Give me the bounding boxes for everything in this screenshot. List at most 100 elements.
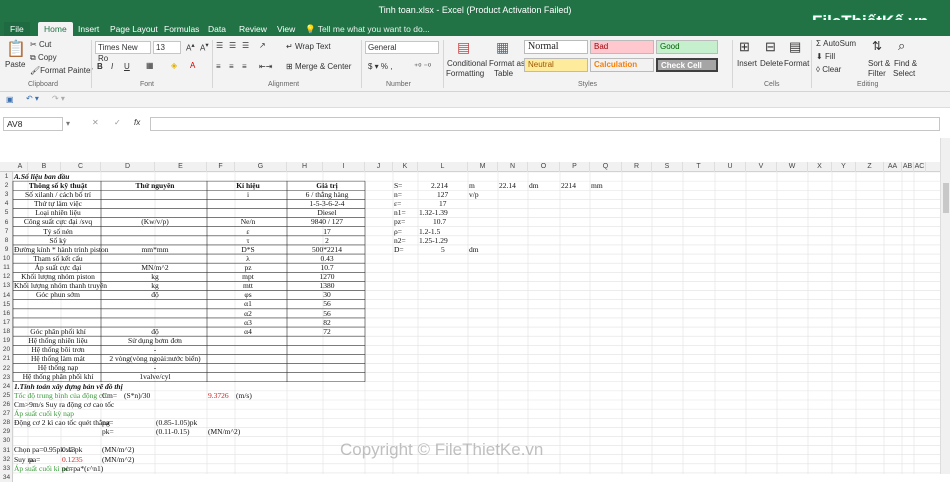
font-color-icon[interactable]: A (190, 61, 195, 70)
formula-input[interactable] (150, 117, 940, 131)
cell-k3[interactable]: n= (394, 191, 402, 199)
cell-r12f[interactable]: mpt (208, 273, 288, 281)
cell-l5[interactable]: 1.32-1.39 (419, 209, 448, 217)
scroll-thumb[interactable] (943, 183, 949, 213)
insert-function-button[interactable]: fx (134, 118, 140, 127)
sort-filter-button[interactable]: Sort & (868, 59, 890, 68)
wrap-text-button[interactable]: ↵ Wrap Text (286, 42, 331, 51)
cell-r9d[interactable]: mm*mm (102, 246, 208, 254)
cell-r12a[interactable]: Khối lượng nhóm piston (14, 273, 102, 281)
cell-r18i[interactable]: 72 (288, 328, 366, 336)
align-left-icon[interactable]: ≡ (216, 62, 221, 71)
cell-l3u[interactable]: v/p (469, 191, 479, 199)
cell-r14a[interactable]: Góc phun sớm (14, 291, 102, 299)
cell-r29f[interactable]: (MN/m^2) (208, 428, 240, 436)
align-center-icon[interactable]: ≡ (229, 62, 234, 71)
find-select-icon[interactable]: ⌕ (898, 38, 905, 54)
cell-h_ts[interactable]: Thông số kỹ thuật (14, 182, 102, 190)
cell-r19d[interactable]: Sử dụng bơm đơn (102, 337, 208, 345)
cell-r15i[interactable]: 56 (288, 300, 366, 308)
cell-r27a[interactable]: Áp suất cuối kỳ nạp (14, 410, 74, 418)
delete-cells-icon[interactable]: ⊟ (765, 39, 776, 55)
style-neutral[interactable]: Neutral (524, 58, 588, 72)
tab-insert[interactable]: Insert (72, 22, 105, 36)
cell-p2u[interactable]: mm (591, 182, 603, 190)
cell-r7i[interactable]: 17 (288, 228, 366, 236)
style-check-cell[interactable]: Check Cell (656, 58, 718, 72)
cell-l3[interactable]: 127 (437, 191, 448, 199)
italic-icon[interactable]: I (111, 62, 113, 71)
cell-r13f[interactable]: mtt (208, 282, 288, 290)
cell-l2u[interactable]: m (469, 182, 475, 190)
cell-r11a[interactable]: Áp suất cực đại (14, 264, 102, 272)
cell-r11d[interactable]: MN/m^2 (102, 264, 208, 272)
format-cells-button[interactable]: Format (784, 59, 809, 68)
autosum-button[interactable]: Σ AutoSum (816, 39, 856, 48)
format-table-icon[interactable]: ▦ (496, 39, 509, 56)
orientation-icon[interactable]: ↗ (259, 41, 266, 50)
cell-a1[interactable]: A.Số liệu ban đầu (14, 173, 69, 181)
cell-p2[interactable]: 2214 (561, 182, 576, 190)
conditional-formatting-icon[interactable]: ▤ (457, 39, 470, 56)
cell-r22a[interactable]: Hệ thống nạp (14, 364, 102, 372)
cell-r18d[interactable]: độ (102, 328, 208, 336)
cell-r5i[interactable]: Diesel (288, 209, 366, 217)
align-right-icon[interactable]: ≡ (242, 62, 247, 71)
cell-r6d[interactable]: (Kw/v/p) (102, 218, 208, 226)
cell-r6f[interactable]: Ne/n (208, 218, 288, 226)
cell-l2[interactable]: 2.214 (431, 182, 448, 190)
align-bottom-icon[interactable]: ☰ (242, 41, 249, 50)
cell-r7a[interactable]: Tỷ số nén (14, 228, 102, 236)
bold-icon[interactable]: B (97, 62, 103, 71)
cell-r12d[interactable]: kg (102, 273, 208, 281)
cell-r28a[interactable]: Động cơ 2 kì cao tốc quét thẳng (14, 419, 110, 427)
cell-r14f[interactable]: φs (208, 291, 288, 299)
cell-r5a[interactable]: Loại nhiên liệu (14, 209, 102, 217)
cell-k6[interactable]: pz= (394, 218, 405, 226)
cell-r31c[interactable]: 0.13 (62, 446, 75, 454)
enter-icon[interactable]: ✓ (114, 118, 121, 127)
tab-view[interactable]: View (271, 22, 301, 36)
cell-r11f[interactable]: pz (208, 264, 288, 272)
find-select-button[interactable]: Find & (894, 59, 917, 68)
currency-icon[interactable]: $ ▾ % , (368, 62, 392, 71)
style-normal[interactable]: Normal (524, 40, 588, 54)
cell-r33b[interactable]: pc=pa*(ε^n1) (62, 465, 103, 473)
cell-r3a[interactable]: Số xilanh / cách bố trí (14, 191, 102, 199)
decimal-icon[interactable]: ⁺⁰ ⁻⁰ (414, 62, 431, 71)
cell-r11i[interactable]: 10.7 (288, 264, 366, 272)
cell-r6i[interactable]: 9840 / 127 (288, 218, 366, 226)
cell-r4i[interactable]: 1-5-3-6-2-4 (288, 200, 366, 208)
cell-l7[interactable]: 1.2-1.5 (419, 228, 440, 236)
tab-file[interactable]: File (4, 22, 30, 36)
clear-button[interactable]: ◊ Clear (816, 65, 841, 74)
cell-r31d[interactable]: (MN/m^2) (102, 446, 134, 454)
insert-cells-button[interactable]: Insert (737, 59, 757, 68)
cell-r25g[interactable]: (m/s) (236, 392, 252, 400)
align-middle-icon[interactable]: ☰ (229, 41, 236, 50)
shrink-font-icon[interactable]: A▾ (200, 41, 209, 53)
cell-r18f[interactable]: α4 (208, 328, 288, 336)
vertical-scrollbar[interactable] (940, 138, 950, 474)
copy-button[interactable]: ⧉ Copy (30, 53, 57, 63)
cell-l9u[interactable]: dm (469, 246, 479, 254)
name-box[interactable]: AV8 (3, 117, 63, 131)
cell-r29e[interactable]: (0.11-0.15) (156, 428, 189, 436)
redo-icon[interactable]: ↷ ▾ (52, 94, 65, 103)
cell-r8a[interactable]: Số kỳ (14, 237, 102, 245)
cell-r8i[interactable]: 2 (288, 237, 366, 245)
cell-r17f[interactable]: α3 (208, 319, 288, 327)
underline-icon[interactable]: U (124, 62, 130, 71)
cell-r21d[interactable]: 2 vòng(vòng ngoài:nước biển) (102, 355, 208, 363)
font-name-select[interactable]: Times New Ro (95, 41, 151, 54)
cell-r25a[interactable]: Tốc độ trung bình của động cơ (14, 392, 106, 400)
cell-r12i[interactable]: 1270 (288, 273, 366, 281)
cell-k2[interactable]: S= (394, 182, 402, 190)
style-bad[interactable]: Bad (590, 40, 654, 54)
cell-r10i[interactable]: 0.43 (288, 255, 366, 263)
tab-review[interactable]: Review (233, 22, 273, 36)
cell-r13d[interactable]: kg (102, 282, 208, 290)
cell-r15f[interactable]: α1 (208, 300, 288, 308)
cell-r8f[interactable]: τ (208, 237, 288, 245)
delete-cells-button[interactable]: Delete (760, 59, 783, 68)
